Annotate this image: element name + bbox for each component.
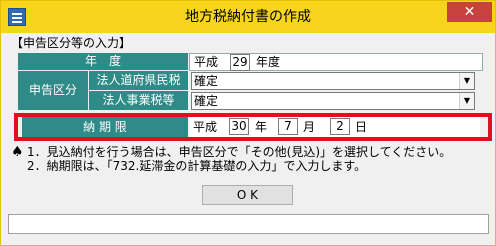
declaration-label: 申告区分: [18, 71, 88, 110]
fiscal-year-input[interactable]: 29: [230, 54, 250, 71]
title-bar[interactable]: 地方税納付書の作成 ✕: [1, 1, 495, 33]
prefectural-tax-select[interactable]: 確定 ▼: [191, 72, 475, 90]
business-tax-select[interactable]: 確定 ▼: [191, 92, 475, 110]
year-era: 平成: [194, 55, 219, 69]
window-title: 地方税納付書の作成: [185, 9, 311, 25]
due-date-highlight: [14, 113, 492, 141]
status-bar: [8, 214, 489, 234]
ok-button[interactable]: O K: [202, 185, 293, 205]
chevron-down-icon[interactable]: ▼: [459, 73, 474, 89]
close-button[interactable]: ✕: [447, 2, 492, 22]
dialog-body: 【申告区分等の入力】 年 度 平成 29 年度 申告区分 法人道府県民税 確定 …: [8, 33, 492, 239]
chevron-down-icon[interactable]: ▼: [459, 93, 474, 109]
year-label: 年 度: [18, 53, 188, 70]
prefectural-tax-value: 確定: [194, 74, 219, 88]
business-tax-label: 法人事業税等: [89, 91, 188, 110]
year-row-field: 平成 29 年度: [189, 53, 483, 71]
dialog-window: 地方税納付書の作成 ✕ 【申告区分等の入力】 年 度 平成 29 年度 申告区分…: [0, 0, 496, 246]
note-line-2: 2．納期限は、「732.延滞金の計算基礎の入力」で入力します。: [27, 159, 367, 173]
business-tax-value: 確定: [194, 94, 219, 108]
prefectural-tax-label: 法人道府県民税: [89, 71, 188, 90]
section-title: 【申告区分等の入力】: [11, 36, 132, 50]
year-suffix: 年度: [256, 55, 281, 69]
spade-icon: ♠: [11, 144, 24, 160]
